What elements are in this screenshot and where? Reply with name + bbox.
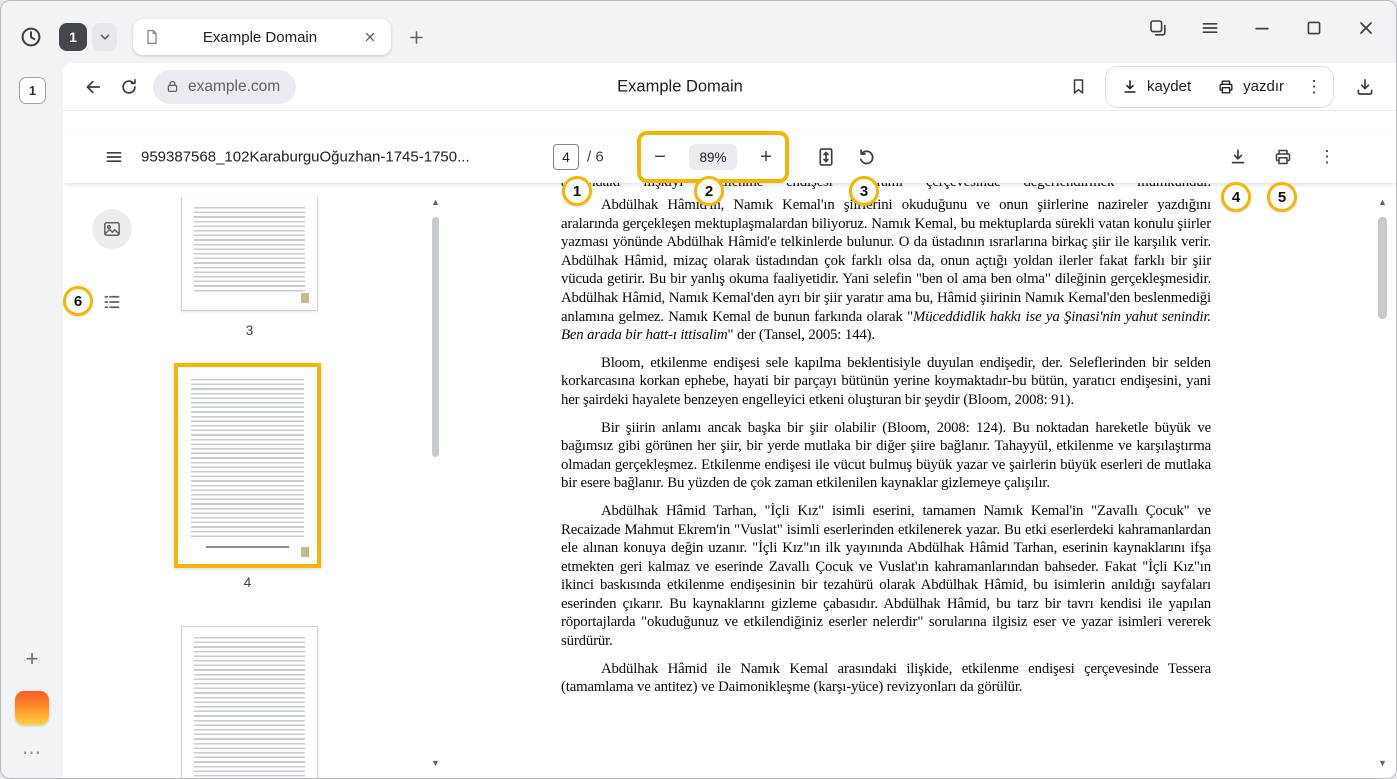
browser-toolbar: example.com Example Domain kaydet <box>63 63 1396 111</box>
pdf-more-icon[interactable]: ⋮ <box>1314 144 1340 170</box>
titlebar: 1 Example Domain <box>1 1 1396 63</box>
thumbnail-emblem <box>301 547 309 557</box>
downloads-icon[interactable] <box>1348 70 1382 104</box>
app-logo[interactable] <box>15 691 49 725</box>
pdf-download-icon[interactable] <box>1225 144 1251 170</box>
paragraph-4: Abdülhak Hâmid Tarhan, "İçli Kız" isimli… <box>561 502 1211 651</box>
page-favicon-icon <box>143 28 161 46</box>
close-button[interactable] <box>1354 16 1378 40</box>
maximize-button[interactable] <box>1302 16 1326 40</box>
capture-icon[interactable] <box>1146 16 1170 40</box>
new-tab-button[interactable] <box>401 22 431 52</box>
clipped-text: arasındaki ilişkiyi etkilenme endişesi k… <box>561 183 1211 192</box>
pdf-print-icon[interactable] <box>1270 144 1296 170</box>
bookmark-icon[interactable] <box>1063 71 1095 103</box>
scrollbar-thumb[interactable] <box>1378 217 1387 319</box>
sidebar-more-button[interactable]: ⋯ <box>1 741 63 765</box>
print-button[interactable]: yazdır <box>1204 67 1297 107</box>
fit-page-icon[interactable] <box>813 144 839 170</box>
menu-icon[interactable] <box>1198 16 1222 40</box>
save-button-label: kaydet <box>1147 78 1191 95</box>
address-bar[interactable]: example.com <box>153 70 296 104</box>
rotate-icon[interactable] <box>853 144 879 170</box>
lock-icon[interactable] <box>165 79 180 94</box>
reload-button[interactable] <box>111 69 147 105</box>
pdf-filename: 959387568_102KaraburguOğuzhan-1745-1750.… <box>141 149 470 166</box>
toolbar-actions: kaydet yazdır ⋮ <box>1063 66 1382 108</box>
thumbnail-page-4-selected[interactable] <box>174 363 321 568</box>
thumbnail-label-3: 3 <box>181 323 318 338</box>
thumbnail-page-5[interactable] <box>181 626 318 778</box>
thumbnail-label-4: 4 <box>174 575 321 590</box>
browser-window: 1 Example Domain <box>0 0 1397 779</box>
thumbnail-text-lines <box>191 379 304 538</box>
window-controls <box>1146 16 1378 40</box>
thumbnail-list-icon[interactable] <box>101 291 123 313</box>
tab-close-icon[interactable] <box>359 26 381 48</box>
paragraph-text: " der (Tansel, 2005: 144). <box>728 327 875 343</box>
scroll-up-icon[interactable]: ▲ <box>429 195 442 209</box>
pdf-toolbar: 959387568_102KaraburguOğuzhan-1745-1750.… <box>63 131 1396 183</box>
paragraph-5: Abdülhak Hâmid ile Namık Kemal arasındak… <box>561 660 1211 697</box>
zoom-level: 89% <box>689 144 737 170</box>
paragraph-1: Abdülhak Hâmıd'in, Namık Kemal'ın şiirle… <box>561 196 1211 345</box>
thumbnail-footer-rule <box>206 546 289 549</box>
paragraph-text: Abdülhak Hâmıd'in, Namık Kemal'ın şiirle… <box>561 197 1211 325</box>
save-button[interactable]: kaydet <box>1108 67 1204 107</box>
main-area: example.com Example Domain kaydet <box>63 63 1396 778</box>
paragraph-2: Bloom, etkilenme endişesi sele kapılma b… <box>561 354 1211 410</box>
scroll-down-icon[interactable]: ▼ <box>1375 756 1390 770</box>
pdf-body: 3 4 ▲ ▼ arasındaki ilişkiyi etkilenme en… <box>63 183 1396 778</box>
history-clock-icon[interactable] <box>17 23 45 51</box>
page-number-input[interactable]: 4 <box>553 144 579 170</box>
tab-title: Example Domain <box>167 29 353 46</box>
workspace-badge[interactable]: 1 <box>19 77 46 104</box>
thumbnail-page-3[interactable] <box>181 197 318 311</box>
image-view-icon[interactable] <box>92 209 132 249</box>
tab-group-chevron-icon[interactable] <box>92 23 117 51</box>
page-actions-group: kaydet yazdır ⋮ <box>1105 66 1334 108</box>
sidebar: 1 + ⋯ <box>1 63 63 778</box>
page-count: / 6 <box>587 149 604 166</box>
main-scrollbar: ▲ ▼ <box>1375 183 1390 778</box>
thumbnail-text-lines <box>194 637 305 778</box>
back-button[interactable] <box>75 69 111 105</box>
zoom-in-button[interactable]: + <box>753 144 779 170</box>
paragraph-3: Bir şiirin anlamı ancak başka bir şiir o… <box>561 419 1211 493</box>
thumbnail-text-lines <box>194 207 305 294</box>
minimize-button[interactable] <box>1250 16 1274 40</box>
more-actions-icon[interactable]: ⋮ <box>1297 67 1331 107</box>
pdf-viewer: 959387568_102KaraburguOğuzhan-1745-1750.… <box>63 111 1396 778</box>
pdf-sidebar-toggle-icon[interactable] <box>101 144 127 170</box>
print-button-label: yazdır <box>1243 78 1284 95</box>
url-text: example.com <box>188 78 280 96</box>
zoom-out-button[interactable]: − <box>647 144 673 170</box>
thumbnail-emblem <box>301 293 309 303</box>
scrollbar-thumb[interactable] <box>432 217 439 457</box>
tab-group: 1 <box>59 23 117 51</box>
sidebar-add-button[interactable]: + <box>1 646 63 672</box>
scroll-down-icon[interactable]: ▼ <box>429 756 442 770</box>
clipped-text-line: arasındaki ilişkiyi etkilenme endişesi k… <box>561 183 1211 192</box>
tab-group-badge[interactable]: 1 <box>59 23 87 51</box>
thumbnail-scrollbar: ▲ ▼ <box>429 183 442 778</box>
page-title: Example Domain <box>617 77 743 96</box>
scroll-up-icon[interactable]: ▲ <box>1375 195 1390 209</box>
pdf-page-content: arasındaki ilişkiyi etkilenme endişesi k… <box>561 183 1211 706</box>
tab-example-domain[interactable]: Example Domain <box>133 19 391 55</box>
